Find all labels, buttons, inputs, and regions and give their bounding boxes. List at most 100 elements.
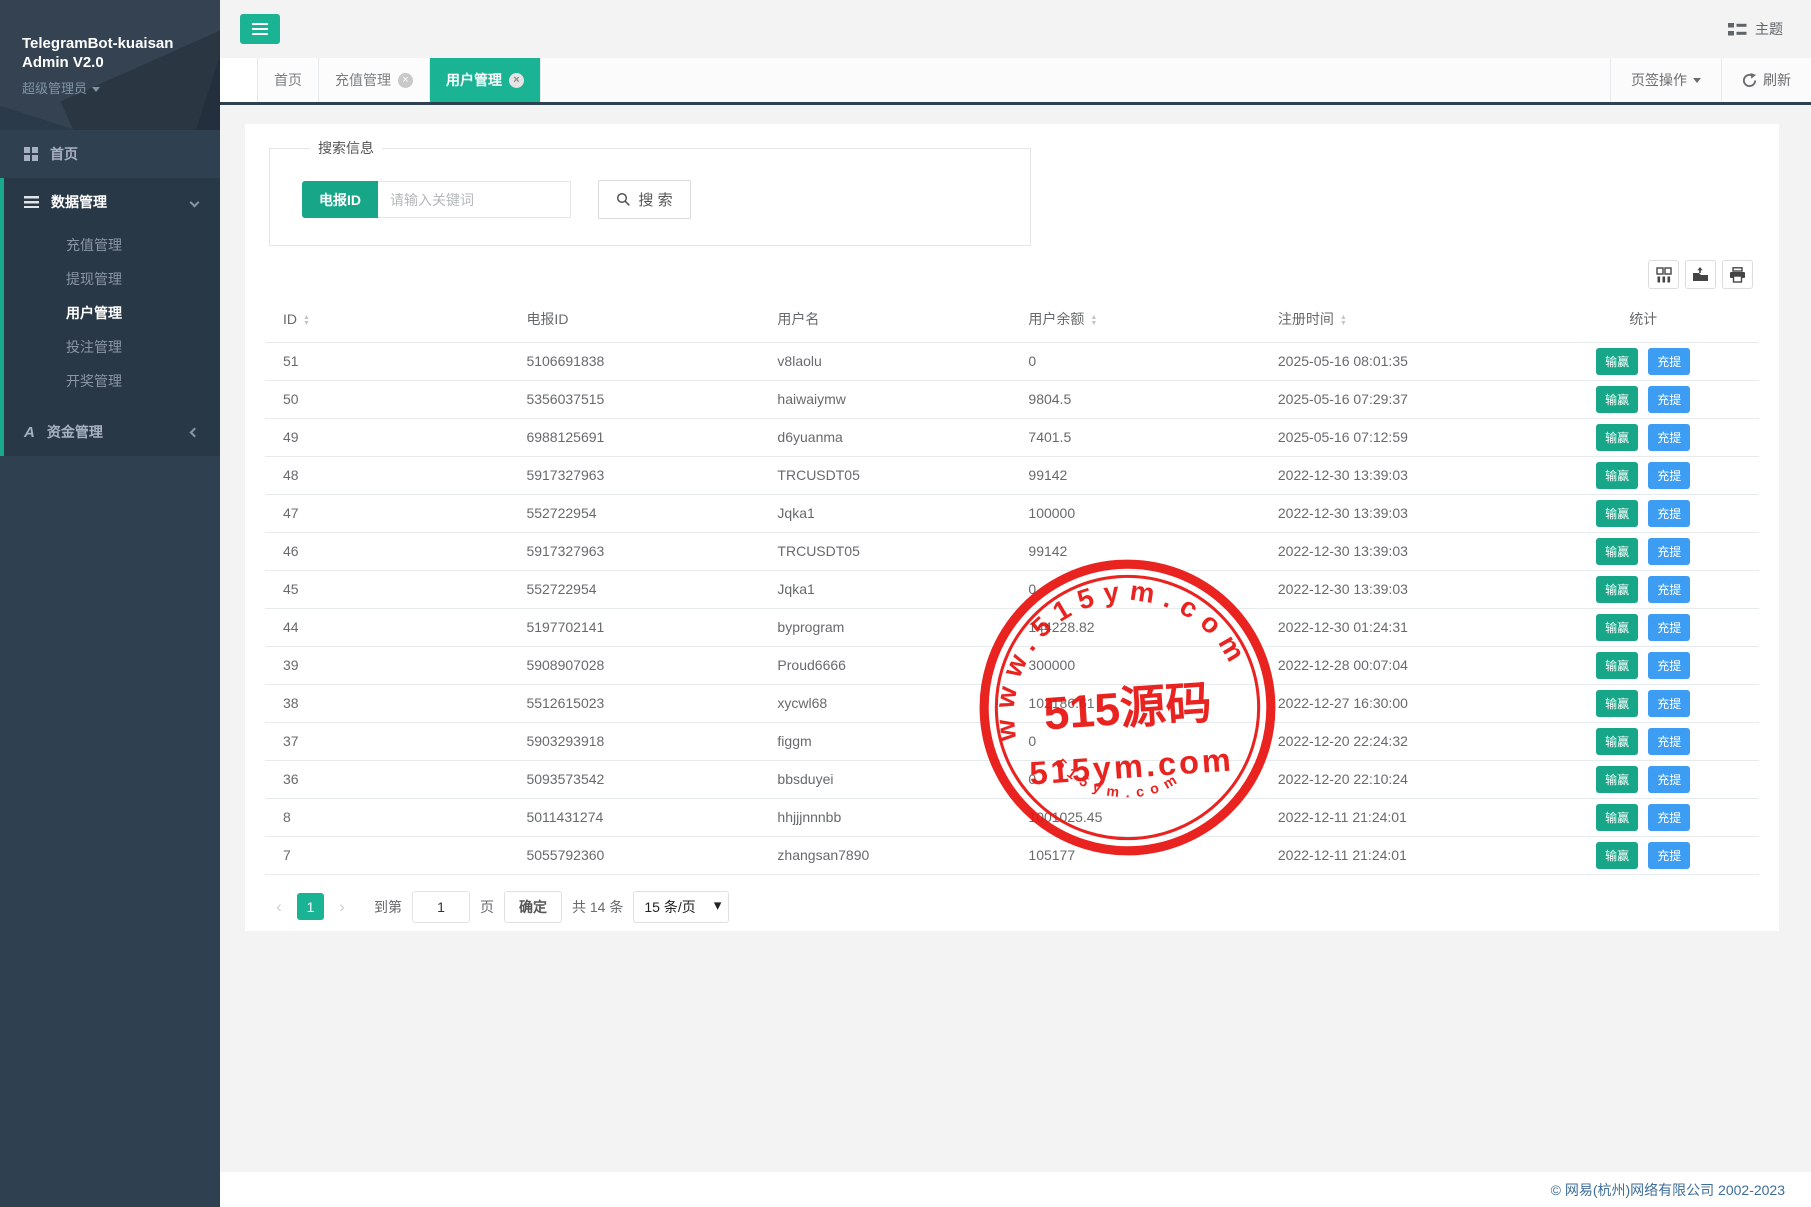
prev-page-button[interactable]: ‹ xyxy=(271,897,287,917)
telegram-id-cell: 5093573542 xyxy=(526,760,777,798)
brand-header: TelegramBot-kuaisan Admin V2.0 超级管理员 xyxy=(0,0,220,130)
win-lose-button[interactable]: 输赢 xyxy=(1596,576,1638,603)
charge-withdraw-button[interactable]: 充提 xyxy=(1648,842,1690,869)
actions-cell: 输赢充提 xyxy=(1527,532,1759,570)
column-header-registered[interactable]: 注册时间▲▼ xyxy=(1278,297,1527,342)
caret-down-icon xyxy=(1693,78,1701,83)
win-lose-button[interactable]: 输赢 xyxy=(1596,804,1638,831)
win-lose-button[interactable]: 输赢 xyxy=(1596,690,1638,717)
win-lose-button[interactable]: 输赢 xyxy=(1596,500,1638,527)
admin-role-dropdown[interactable]: 超级管理员 xyxy=(22,78,220,97)
table-row: 515106691838v8laolu02025-05-16 08:01:35输… xyxy=(265,342,1759,380)
table-row: 445197702141byprogram144228.822022-12-30… xyxy=(265,608,1759,646)
print-button[interactable] xyxy=(1722,260,1753,289)
search-button[interactable]: 搜 索 xyxy=(598,180,691,219)
sidebar-item-label: 数据管理 xyxy=(51,192,107,212)
sidebar-item-betting[interactable]: 投注管理 xyxy=(4,330,220,364)
sidebar-item-funds[interactable]: A 资金管理 xyxy=(4,408,220,456)
id-cell: 36 xyxy=(265,760,526,798)
close-icon[interactable]: × xyxy=(398,73,413,88)
id-cell: 48 xyxy=(265,456,526,494)
column-header-balance[interactable]: 用户余额▲▼ xyxy=(1028,297,1277,342)
close-icon[interactable]: × xyxy=(509,73,524,88)
table-row: 365093573542bbsduyei02022-12-20 22:10:24… xyxy=(265,760,1759,798)
win-lose-button[interactable]: 输赢 xyxy=(1596,424,1638,451)
id-cell: 8 xyxy=(265,798,526,836)
sidebar-item-withdraw[interactable]: 提现管理 xyxy=(4,262,220,296)
tab-operations-dropdown[interactable]: 页签操作 xyxy=(1610,58,1721,102)
tab-recharge[interactable]: 充值管理 × xyxy=(319,58,430,102)
id-cell: 39 xyxy=(265,646,526,684)
win-lose-button[interactable]: 输赢 xyxy=(1596,386,1638,413)
telegram-id-field-button[interactable]: 电报ID xyxy=(302,181,378,218)
admin-role-label: 超级管理员 xyxy=(22,81,87,96)
charge-withdraw-button[interactable]: 充提 xyxy=(1648,576,1690,603)
sidebar: TelegramBot-kuaisan Admin V2.0 超级管理员 首页 … xyxy=(0,0,220,1207)
sidebar-item-home[interactable]: 首页 xyxy=(0,130,220,178)
win-lose-button[interactable]: 输赢 xyxy=(1596,842,1638,869)
id-cell: 49 xyxy=(265,418,526,456)
sidebar-item-users[interactable]: 用户管理 xyxy=(4,296,220,330)
username-cell: TRCUSDT05 xyxy=(777,456,1028,494)
win-lose-button[interactable]: 输赢 xyxy=(1596,652,1638,679)
actions-cell: 输赢充提 xyxy=(1527,380,1759,418)
refresh-button[interactable]: 刷新 xyxy=(1721,58,1811,102)
charge-withdraw-button[interactable]: 充提 xyxy=(1648,500,1690,527)
charge-withdraw-button[interactable]: 充提 xyxy=(1648,652,1690,679)
tab-home[interactable]: 首页 xyxy=(258,58,319,102)
username-cell: hhjjjnnnbb xyxy=(777,798,1028,836)
goto-label: 到第 xyxy=(374,897,402,917)
font-a-icon: A xyxy=(24,424,35,441)
charge-withdraw-button[interactable]: 充提 xyxy=(1648,690,1690,717)
charge-withdraw-button[interactable]: 充提 xyxy=(1648,462,1690,489)
search-input[interactable] xyxy=(378,181,571,218)
search-fieldset: 搜索信息 电报ID 搜 索 xyxy=(269,138,1031,246)
registered-cell: 2022-12-11 21:24:01 xyxy=(1278,798,1527,836)
win-lose-button[interactable]: 输赢 xyxy=(1596,614,1638,641)
username-cell: d6yuanma xyxy=(777,418,1028,456)
theme-button[interactable]: 主题 xyxy=(1728,19,1783,39)
sort-icon[interactable]: ▲▼ xyxy=(1090,315,1097,327)
footer: © 网易(杭州)网络有限公司 2002-2023 xyxy=(220,1172,1811,1207)
chevron-left-icon xyxy=(190,427,200,437)
pagination: ‹ 1 › 到第 页 确定 共 14 条 15 条/页 xyxy=(271,891,1759,923)
users-table: ID▲▼ 电报ID 用户名 用户余额▲▼ 注册时间▲▼ 统计 515106691… xyxy=(265,297,1759,875)
page-size-select[interactable]: 15 条/页 xyxy=(633,891,729,923)
charge-withdraw-button[interactable]: 充提 xyxy=(1648,538,1690,565)
win-lose-button[interactable]: 输赢 xyxy=(1596,462,1638,489)
username-cell: TRCUSDT05 xyxy=(777,532,1028,570)
confirm-page-button[interactable]: 确定 xyxy=(504,891,562,923)
username-cell: byprogram xyxy=(777,608,1028,646)
column-header-id[interactable]: ID▲▼ xyxy=(265,297,526,342)
tab-users[interactable]: 用户管理 × xyxy=(430,58,541,102)
printer-icon xyxy=(1729,267,1746,283)
id-cell: 47 xyxy=(265,494,526,532)
sort-icon[interactable]: ▲▼ xyxy=(1340,315,1347,327)
sidebar-item-data-management[interactable]: 数据管理 xyxy=(4,178,220,226)
page-number-button[interactable]: 1 xyxy=(297,893,324,920)
charge-withdraw-button[interactable]: 充提 xyxy=(1648,766,1690,793)
charge-withdraw-button[interactable]: 充提 xyxy=(1648,348,1690,375)
next-page-button[interactable]: › xyxy=(334,897,350,917)
charge-withdraw-button[interactable]: 充提 xyxy=(1648,728,1690,755)
goto-page-input[interactable] xyxy=(412,891,470,923)
registered-cell: 2022-12-30 13:39:03 xyxy=(1278,494,1527,532)
column-header-telegram-id[interactable]: 电报ID xyxy=(526,297,777,342)
charge-withdraw-button[interactable]: 充提 xyxy=(1648,614,1690,641)
charge-withdraw-button[interactable]: 充提 xyxy=(1648,386,1690,413)
sidebar-toggle-button[interactable] xyxy=(240,14,280,44)
win-lose-button[interactable]: 输赢 xyxy=(1596,348,1638,375)
charge-withdraw-button[interactable]: 充提 xyxy=(1648,804,1690,831)
columns-toggle-button[interactable] xyxy=(1648,260,1679,289)
win-lose-button[interactable]: 输赢 xyxy=(1596,766,1638,793)
charge-withdraw-button[interactable]: 充提 xyxy=(1648,424,1690,451)
tab-label: 首页 xyxy=(274,70,302,90)
column-header-username[interactable]: 用户名 xyxy=(777,297,1028,342)
sort-icon[interactable]: ▲▼ xyxy=(303,315,310,327)
win-lose-button[interactable]: 输赢 xyxy=(1596,728,1638,755)
sidebar-item-lottery[interactable]: 开奖管理 xyxy=(4,364,220,398)
telegram-id-cell: 6988125691 xyxy=(526,418,777,456)
sidebar-item-recharge[interactable]: 充值管理 xyxy=(4,228,220,262)
win-lose-button[interactable]: 输赢 xyxy=(1596,538,1638,565)
export-button[interactable] xyxy=(1685,260,1716,289)
